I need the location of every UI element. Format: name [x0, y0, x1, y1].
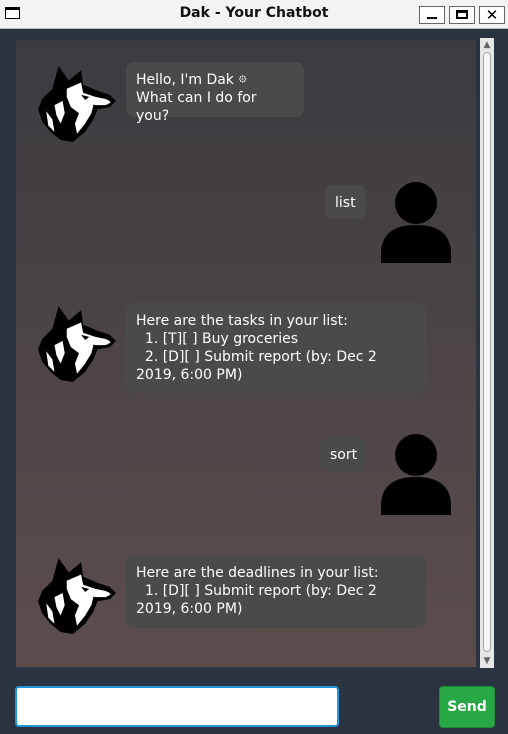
close-icon: ✕	[485, 6, 499, 24]
message-input[interactable]	[15, 686, 339, 727]
user-message: list	[325, 185, 366, 219]
scroll-thumb[interactable]	[483, 52, 491, 652]
chat-scrollbar[interactable]: ▲ ▼	[480, 38, 494, 668]
user-avatar-icon	[380, 433, 452, 515]
bot-message: Here are the tasks in your list: 1. [T][…	[126, 303, 426, 393]
maximize-icon	[456, 10, 468, 19]
user-avatar-icon	[380, 181, 452, 263]
title-bar: Dak - Your Chatbot ✕	[0, 0, 508, 29]
bot-message: Hello, I'm Dak 𖡼 What can I do for you?	[126, 62, 304, 124]
send-button[interactable]: Send	[439, 686, 495, 728]
chat-area[interactable]: Hello, I'm Dak 𖡼 What can I do for you? …	[16, 40, 476, 667]
scroll-up-icon[interactable]: ▲	[480, 39, 494, 51]
wolf-avatar-icon	[36, 60, 118, 142]
user-message: sort	[320, 437, 366, 471]
scroll-down-icon[interactable]: ▼	[480, 655, 494, 667]
maximize-button[interactable]	[449, 6, 475, 24]
wolf-avatar-icon	[36, 300, 118, 382]
wolf-avatar-icon	[36, 552, 118, 634]
close-button[interactable]: ✕	[479, 6, 505, 24]
bot-message: Here are the deadlines in your list: 1. …	[126, 555, 426, 628]
minimize-icon	[427, 17, 437, 19]
minimize-button[interactable]	[419, 6, 445, 24]
